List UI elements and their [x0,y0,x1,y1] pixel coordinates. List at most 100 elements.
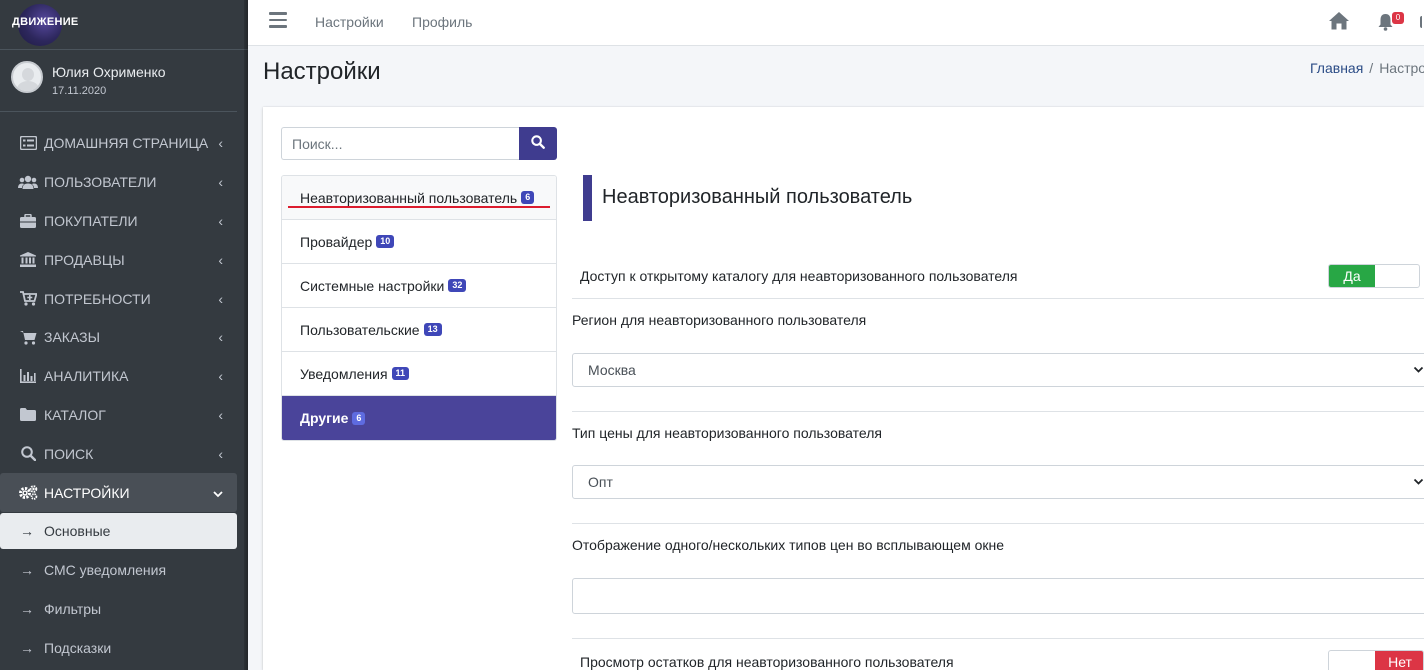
breadcrumb-current: Настро [1379,60,1424,76]
sidebar-item-label: ДОМАШНЯЯ СТРАНИЦА [44,135,209,152]
price-type-select[interactable]: Опт [572,465,1424,499]
category-count-badge: 13 [423,323,442,336]
section-accent-bar [583,175,592,221]
briefcase-icon [18,212,38,230]
category-custom[interactable]: Пользовательские 13 [282,308,556,352]
sidebar-item-label: ПОЛЬЗОВАТЕЛИ [44,174,157,191]
sidebar-item-label: ПОИСК [44,445,94,462]
sidebar-item-label: ПРОДАВЦЫ [44,251,125,268]
chevron-left-icon: ‹ [218,290,223,307]
sidebar-item-users[interactable]: ПОЛЬЗОВАТЕЛИ ‹ [0,163,237,202]
breadcrumb: Главная / Настро [1310,60,1424,76]
chevron-down-icon [1413,466,1424,510]
user-menu-icon[interactable] [1420,16,1424,28]
list-icon [18,134,38,152]
sidebar-item-needs[interactable]: ПОТРЕБНОСТИ ‹ [0,279,237,318]
user-date: 17.11.2020 [52,85,107,97]
toggle-off-label: Нет [1375,651,1423,670]
sidebar-item-search[interactable]: ПОИСК ‹ [0,434,237,473]
chevron-down-icon [213,485,223,501]
breadcrumb-home[interactable]: Главная [1310,60,1363,76]
search-icon [18,445,38,463]
category-label: Уведомления [300,365,388,382]
sidebar-subitem-hints[interactable]: → Подсказки [0,629,237,668]
chevron-left-icon: ‹ [218,406,223,423]
sidebar-item-label: АНАЛИТИКА [44,368,129,385]
chevron-left-icon: ‹ [218,329,223,346]
category-count-badge: 6 [521,191,535,204]
bank-icon [18,251,38,269]
menu-toggle-icon[interactable] [269,12,287,28]
chevron-left-icon: ‹ [218,135,223,152]
sidebar-item-buyers[interactable]: ПОКУПАТЕЛИ ‹ [0,202,237,241]
category-unauthorized-user[interactable]: Неавторизованный пользователь 6 [282,176,556,220]
chevron-down-icon [1413,354,1424,398]
category-label: Пользовательские [300,321,420,338]
region-select-value: Москва [588,362,636,378]
sidebar-subitem-label: Основные [44,522,111,539]
divider [572,638,1424,639]
sidebar-subitem-filters[interactable]: → Фильтры [0,590,237,629]
avatar [11,61,43,93]
sidebar-item-label: ПОКУПАТЕЛИ [44,212,138,229]
chevron-left-icon: ‹ [218,174,223,191]
users-icon [18,173,38,191]
top-link-settings[interactable]: Настройки [315,14,384,30]
sidebar-subitem-main[interactable]: → Основные [0,512,237,549]
region-select[interactable]: Москва [572,353,1424,387]
price-popup-label: Отображение одного/нескольких типов цен … [572,537,1005,553]
category-other[interactable]: Другие 6 [282,396,556,440]
sidebar-item-orders[interactable]: ЗАКАЗЫ ‹ [0,318,237,357]
category-label: Провайдер [300,233,373,250]
page-title: Настройки [263,58,381,85]
divider [572,523,1424,524]
search-icon [531,135,545,152]
cart-plus-icon [18,290,38,308]
sidebar-subitem-label: Фильтры [44,601,102,618]
sidebar-item-sellers[interactable]: ПРОДАВЦЫ ‹ [0,240,237,279]
search-input[interactable] [281,127,520,160]
divider [572,298,1424,299]
gears-icon [18,484,38,502]
sidebar: ДВИЖЕНИЕ Юлия Охрименко 17.11.2020 ДОМАШ… [0,0,248,670]
arrow-right-icon: → [20,562,34,579]
sidebar-item-analytics[interactable]: АНАЛИТИКА ‹ [0,357,237,396]
stock-view-label: Просмотр остатков для неавторизованного … [580,654,954,670]
arrow-right-icon: → [20,601,34,618]
top-link-profile[interactable]: Профиль [412,14,472,30]
cart-icon [18,328,38,346]
category-count-badge: 6 [352,411,366,425]
region-label: Регион для неавторизованного пользовател… [572,312,867,328]
price-type-select-value: Опт [588,474,613,490]
notifications-badge: 0 [1392,12,1404,24]
search-button[interactable] [519,127,557,160]
arrow-right-icon: → [20,522,34,539]
stock-view-toggle[interactable]: Нет [1328,650,1424,670]
chevron-left-icon: ‹ [218,212,223,229]
sidebar-item-label: НАСТРОЙКИ [44,484,130,501]
category-notifications[interactable]: Уведомления 11 [282,352,556,396]
category-label: Другие [300,410,349,426]
home-icon[interactable] [1328,11,1350,35]
settings-search [281,127,557,160]
sidebar-subitem-label: СМС уведомления [44,562,167,579]
sidebar-nav: ДОМАШНЯЯ СТРАНИЦА ‹ ПОЛЬЗОВАТЕЛИ ‹ ПОКУП… [0,124,248,667]
sidebar-item-home[interactable]: ДОМАШНЯЯ СТРАНИЦА ‹ [0,124,237,163]
settings-category-list: Неавторизованный пользователь 6 Провайдер… [281,175,557,441]
divider [572,411,1424,412]
sidebar-item-settings[interactable]: НАСТРОЙКИ [0,473,237,512]
sidebar-subitem-sms[interactable]: → СМС уведомления [0,551,237,590]
brand[interactable]: ДВИЖЕНИЕ [0,0,248,50]
category-system-settings[interactable]: Системные настройки 32 [282,264,556,308]
catalog-access-toggle[interactable]: Да [1328,264,1420,288]
sidebar-item-label: ПОТРЕБНОСТИ [44,290,151,307]
category-provider[interactable]: Провайдер 10 [282,220,556,264]
price-popup-input[interactable] [572,578,1424,614]
category-label: Системные настройки [300,277,445,294]
brand-name: ДВИЖЕНИЕ [12,16,79,28]
chevron-left-icon: ‹ [218,368,223,385]
user-panel[interactable]: Юлия Охрименко 17.11.2020 [0,50,237,112]
catalog-access-label: Доступ к открытому каталогу для неавтори… [580,268,1018,284]
sidebar-item-catalog[interactable]: КАТАЛОГ ‹ [0,396,237,435]
breadcrumb-separator: / [1369,60,1374,76]
